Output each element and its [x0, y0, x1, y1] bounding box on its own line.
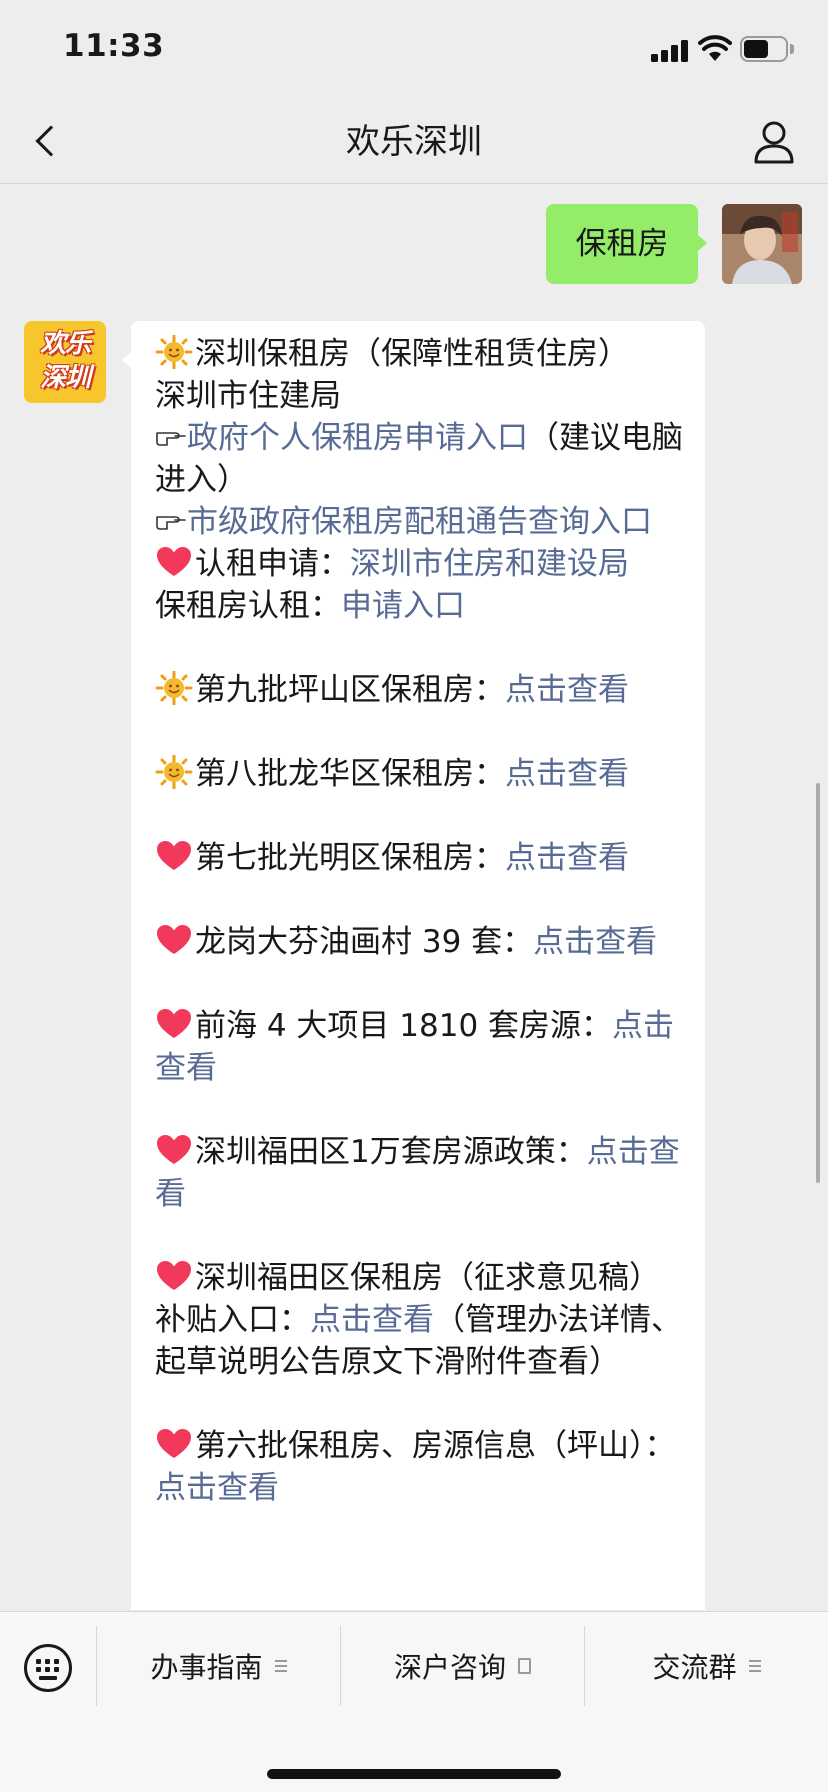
heart-emoji-icon — [157, 1135, 191, 1164]
message-intro: 深圳保租房（保障性租赁住房） 深圳市住建局 政府个人保租房申请入口（建议电脑进入… — [155, 333, 685, 627]
heart-emoji-icon — [157, 1009, 191, 1038]
person-icon — [754, 121, 794, 164]
menu-list-icon — [748, 1660, 761, 1672]
chat-area[interactable]: 保租房 欢乐 深圳 深圳保租房（保障性租赁住房） 深圳市住建局 政府个人保租房申… — [0, 185, 828, 1610]
menu-tab-label: 交流群 — [652, 1651, 737, 1684]
menu-tab-group[interactable]: 交流群 — [584, 1626, 828, 1706]
user-message-bubble[interactable]: 保租房 — [546, 204, 707, 284]
avatar-text-line: 深圳 — [39, 363, 91, 393]
bottom-menu-bar: 办事指南 深户咨询 交流群 — [0, 1611, 828, 1792]
apply-label: 认租申请： — [195, 546, 350, 582]
list-item: 第八批龙华区保租房：点击查看 — [155, 753, 685, 795]
heart-emoji-icon — [157, 1429, 191, 1458]
keyboard-toggle-button[interactable] — [0, 1612, 96, 1718]
personal-application-link[interactable]: 政府个人保租房申请入口 — [187, 420, 528, 456]
view-link[interactable]: 点击查看 — [505, 840, 629, 876]
cellular-signal-icon — [651, 38, 691, 62]
list-item-text: 深圳福田区1万套房源政策： — [195, 1134, 587, 1170]
menu-tab-label: 办事指南 — [150, 1651, 263, 1684]
list-item: 第六批保租房、房源信息（坪山）： 点击查看 — [155, 1425, 685, 1509]
view-link[interactable]: 点击查看 — [533, 924, 657, 960]
avatar-text-line: 欢乐 — [39, 329, 91, 359]
profile-button[interactable] — [748, 116, 800, 168]
list-item: 深圳福田区1万套房源政策：点击查看 — [155, 1131, 685, 1215]
heart-emoji-icon — [157, 1261, 191, 1290]
list-item-text: 第九批坪山区保租房： — [195, 672, 505, 708]
list-item-text: 第六批保租房、房源信息（坪山）： — [195, 1428, 676, 1464]
list-item-text: 龙岗大芬油画村 39 套： — [195, 924, 534, 960]
menu-list-icon — [274, 1660, 287, 1672]
scrollbar-thumb[interactable] — [816, 783, 820, 1183]
message-title: 深圳保租房（保障性租赁住房） — [195, 336, 629, 372]
list-item: 前海 4 大项目 1810 套房源：点击查看 — [155, 1005, 685, 1089]
view-link[interactable]: 点击查看 — [505, 672, 629, 708]
list-item-text: 第八批龙华区保租房： — [195, 756, 505, 792]
user-avatar[interactable] — [722, 204, 802, 284]
view-link[interactable]: 点击查看 — [310, 1302, 434, 1338]
bot-message-bubble: 深圳保租房（保障性租赁住房） 深圳市住建局 政府个人保租房申请入口（建议电脑进入… — [122, 321, 705, 1610]
page-title: 欢乐深圳 — [346, 122, 482, 162]
list-item-text: 第七批光明区保租房： — [195, 840, 505, 876]
rent-application-link[interactable]: 申请入口 — [341, 588, 465, 624]
nav-bar: 欢乐深圳 — [0, 100, 828, 184]
battery-icon — [740, 36, 794, 62]
document-icon — [518, 1658, 531, 1674]
sun-emoji-icon — [155, 755, 193, 789]
home-indicator[interactable] — [267, 1769, 561, 1779]
list-item-text: 前海 4 大项目 1810 套房源： — [195, 1008, 613, 1044]
view-link[interactable]: 点击查看 — [155, 1470, 279, 1506]
rent-label: 保租房认租： — [155, 588, 341, 624]
keyboard-icon — [24, 1644, 72, 1692]
view-link[interactable]: 点击查看 — [505, 756, 629, 792]
housing-list: 第九批坪山区保租房：点击查看 第八批龙华区保租房：点击查看 第七批光明区保租房：点击… — [155, 669, 685, 1215]
menu-tab-hukou-consult[interactable]: 深户咨询 — [340, 1626, 584, 1706]
pointing-hand-icon — [156, 432, 186, 446]
list-item: 第七批光明区保租房：点击查看 — [155, 837, 685, 879]
heart-emoji-icon — [157, 841, 191, 870]
menu-tab-guide[interactable]: 办事指南 — [96, 1626, 340, 1706]
sun-emoji-icon — [155, 671, 193, 705]
wifi-icon — [698, 35, 732, 61]
city-notice-query-link[interactable]: 市级政府保租房配租通告查询入口 — [187, 504, 652, 540]
list-item: 龙岗大芬油画村 39 套：点击查看 — [155, 921, 685, 963]
housing-bureau-link[interactable]: 深圳市住房和建设局 — [350, 546, 629, 582]
status-time: 11:33 — [63, 28, 165, 64]
heart-emoji-icon — [157, 925, 191, 954]
bureau-text: 深圳市住建局 — [155, 378, 341, 414]
list-item: 深圳福田区保租房（征求意见稿）补贴入口：点击查看（管理办法详情、起草说明公告原文… — [155, 1257, 685, 1383]
sun-emoji-icon — [155, 335, 193, 369]
pointing-hand-icon — [156, 516, 186, 530]
menu-tab-label: 深户咨询 — [393, 1651, 506, 1684]
status-bar: 11:33 — [0, 0, 828, 100]
bot-avatar[interactable]: 欢乐 深圳 — [24, 321, 106, 403]
heart-emoji-icon — [157, 547, 191, 576]
list-item: 第九批坪山区保租房：点击查看 — [155, 669, 685, 711]
